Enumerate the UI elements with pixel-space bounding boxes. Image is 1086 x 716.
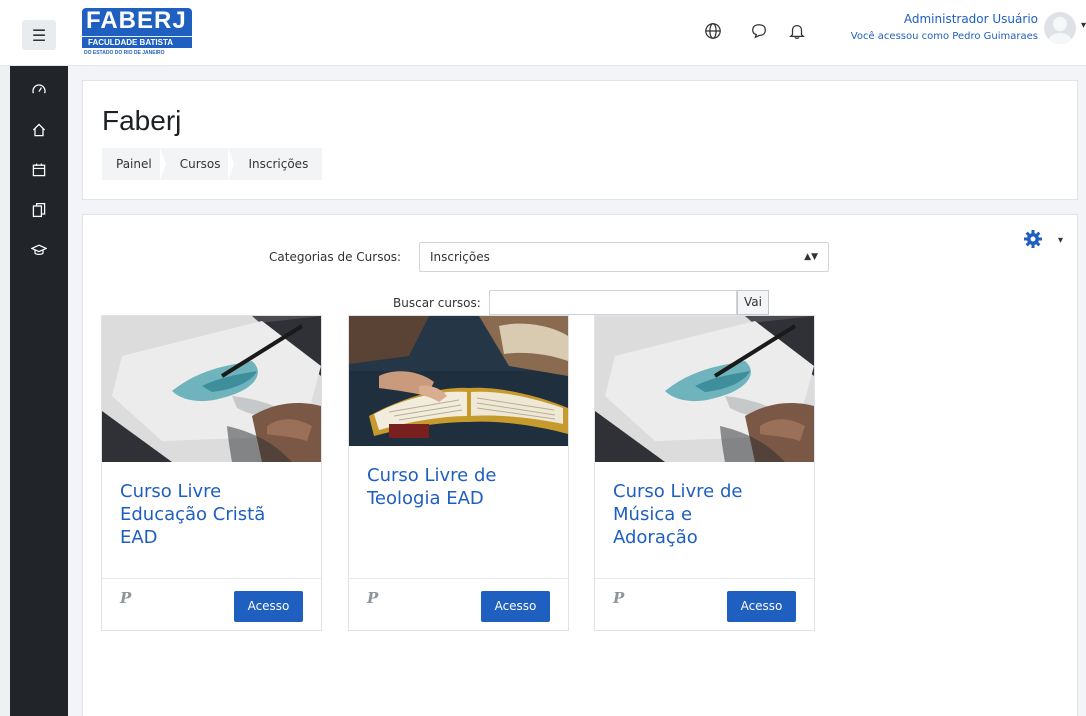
breadcrumb-item-painel[interactable]: Painel — [102, 148, 166, 180]
course-image-watercolor-painting[interactable] — [595, 316, 814, 462]
course-footer: P Acesso — [349, 578, 568, 631]
gear-menu-caret-icon[interactable]: ▾ — [1058, 235, 1063, 246]
paypal-icon: P — [120, 589, 132, 607]
access-button[interactable]: Acesso — [481, 591, 550, 622]
access-button[interactable]: Acesso — [234, 591, 303, 622]
page-header: Faberj Painel Cursos Inscrições — [82, 80, 1078, 200]
category-select[interactable]: Inscrições ▲▼ — [419, 242, 829, 272]
course-title[interactable]: Curso Livre de Música e Adoração — [613, 480, 778, 549]
page-title: Faberj — [102, 105, 182, 136]
files-icon[interactable] — [27, 198, 51, 222]
calendar-icon[interactable] — [27, 158, 51, 182]
dashboard-icon[interactable] — [27, 78, 51, 102]
breadcrumb: Painel Cursos Inscrições — [102, 148, 323, 180]
course-card-musica-adoracao[interactable]: Curso Livre de Música e Adoração P Acess… — [594, 315, 815, 631]
search-go-button[interactable]: Vai — [737, 290, 769, 315]
course-card-educacao-crista[interactable]: Curso Livre Educação Cristã EAD P Acesso — [101, 315, 322, 631]
search-courses-label: Buscar cursos: — [393, 296, 481, 310]
access-button[interactable]: Acesso — [727, 591, 796, 622]
logo-main-text: FABERJ — [82, 8, 192, 36]
globe-icon[interactable] — [702, 20, 724, 42]
avatar[interactable] — [1044, 12, 1076, 44]
category-selected-value: Inscrições — [430, 250, 490, 264]
home-icon[interactable] — [27, 118, 51, 142]
logged-as-text[interactable]: Você acessou como Pedro Guimaraes — [851, 28, 1038, 46]
course-footer: P Acesso — [595, 578, 814, 631]
course-card-teologia[interactable]: Curso Livre de Teologia EAD P Acesso — [348, 315, 569, 631]
top-navbar: ☰ FABERJ FACULDADE BATISTA DO ESTADO DO … — [0, 0, 1086, 66]
logo-sub-text: DO ESTADO DO RIO DE JANEIRO — [84, 50, 165, 56]
course-image-open-bible[interactable] — [349, 316, 568, 446]
logo-band-text: FACULDADE BATISTA — [82, 36, 192, 48]
graduation-cap-icon[interactable] — [27, 238, 51, 262]
paypal-icon: P — [613, 589, 625, 607]
breadcrumb-item-inscricoes[interactable]: Inscrições — [228, 148, 322, 180]
faberj-logo[interactable]: FABERJ FACULDADE BATISTA DO ESTADO DO RI… — [82, 8, 192, 60]
course-title[interactable]: Curso Livre Educação Cristã EAD — [120, 480, 305, 549]
paypal-icon: P — [367, 589, 379, 607]
course-title[interactable]: Curso Livre de Teologia EAD — [367, 464, 552, 510]
course-footer: P Acesso — [102, 578, 321, 631]
gear-icon[interactable] — [1023, 229, 1043, 254]
sidebar-nav — [10, 66, 68, 716]
search-courses-input[interactable] — [489, 290, 737, 315]
user-menu[interactable]: Administrador Usuário Você acessou como … — [851, 10, 1038, 46]
course-image-watercolor-painting[interactable] — [102, 316, 321, 462]
user-name: Administrador Usuário — [903, 12, 1038, 26]
hamburger-icon[interactable]: ☰ — [22, 20, 56, 50]
course-category-panel: ▾ Categorias de Cursos: Inscrições ▲▼ Bu… — [82, 214, 1078, 716]
bell-icon[interactable] — [786, 20, 808, 42]
user-menu-caret-icon[interactable]: ▾ — [1081, 20, 1086, 31]
left-sidebar — [0, 66, 68, 716]
chat-icon[interactable] — [748, 20, 770, 42]
select-arrows-icon: ▲▼ — [804, 252, 818, 262]
category-label: Categorias de Cursos: — [269, 250, 402, 264]
breadcrumb-item-cursos[interactable]: Cursos — [159, 148, 235, 180]
